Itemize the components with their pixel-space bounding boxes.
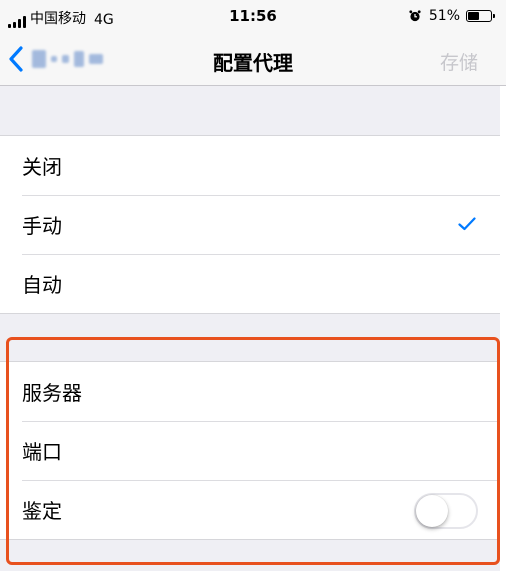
proxy-mode-list: 关闭 手动 自动 [0,135,500,314]
proxy-mode-label: 关闭 [22,155,62,179]
proxy-mode-label: 自动 [22,273,62,297]
battery-icon [466,10,495,22]
proxy-mode-label: 手动 [22,214,62,238]
checkmark-icon [458,217,476,231]
manual-proxy-settings: 服务器 端口 鉴定 [0,361,500,540]
navigation-bar: 配置代理 存储 [0,34,506,86]
battery-level-fill [468,12,479,20]
save-button[interactable]: 存储 [440,48,478,75]
alarm-clock-icon [409,10,421,22]
port-label: 端口 [22,440,62,464]
port-field[interactable]: 端口 [0,421,500,480]
server-label: 服务器 [22,381,82,405]
server-field[interactable]: 服务器 [0,362,500,421]
proxy-mode-off[interactable]: 关闭 [0,136,500,195]
proxy-mode-manual[interactable]: 手动 [0,195,500,254]
toggle-knob [416,495,448,527]
battery-percent: 51% [428,8,460,24]
status-bar-right: 51% [409,8,495,24]
status-bar: 中国移动 4G 11:56 51% [0,0,506,34]
right-edge-strip [500,86,506,571]
auth-row: 鉴定 [0,480,500,539]
proxy-mode-auto[interactable]: 自动 [0,254,500,313]
auth-toggle[interactable] [414,493,478,529]
battery-tip [493,14,495,18]
page-title: 配置代理 [213,51,293,75]
auth-label: 鉴定 [22,499,62,523]
